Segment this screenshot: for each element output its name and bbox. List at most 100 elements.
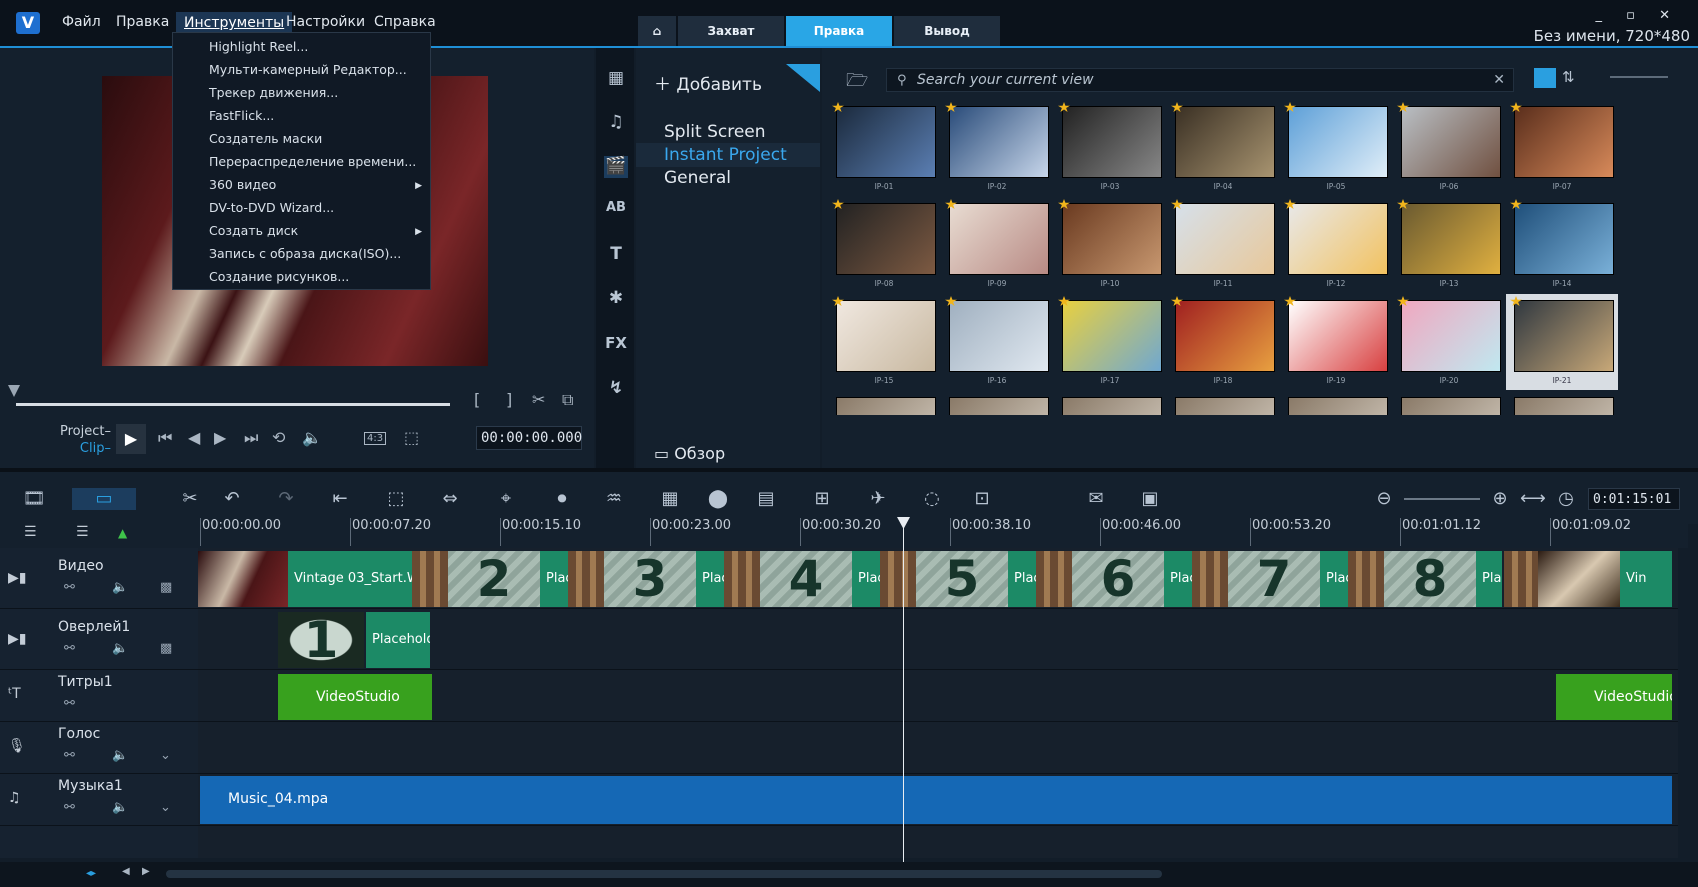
media-icon[interactable]: ▦: [604, 68, 628, 90]
track-header-music[interactable]: ♫ Музыка1 ⚯ 🔈 ⌄: [0, 774, 198, 826]
transition-clip[interactable]: [724, 551, 760, 607]
template-thumbnail[interactable]: IP-01: [828, 100, 940, 196]
zoom-slider[interactable]: [1404, 498, 1480, 500]
audio-mixer-icon[interactable]: ♒: [602, 488, 626, 510]
template-thumbnail[interactable]: [1506, 391, 1618, 415]
path-icon[interactable]: ↯: [604, 378, 628, 400]
lane-title[interactable]: VideoStudio VideoStudio: [198, 670, 1678, 722]
template-thumbnail[interactable]: [1167, 391, 1279, 415]
menu-file[interactable]: Файл: [62, 14, 101, 30]
video-clip[interactable]: Vintage 03_Start.WM: [288, 551, 412, 607]
menu-tools[interactable]: Инструменты: [176, 12, 293, 34]
volume-icon[interactable]: 🔈: [112, 580, 128, 595]
track-transparency-icon[interactable]: ▣: [1138, 488, 1162, 510]
template-thumbnail[interactable]: IP-13: [1393, 197, 1505, 293]
title-clip[interactable]: VideoStudio: [1556, 674, 1672, 720]
add-folder-button[interactable]: ＋ Добавить: [654, 70, 762, 95]
tab-share[interactable]: Вывод: [894, 16, 1000, 46]
template-thumbnail[interactable]: IP-06: [1393, 100, 1505, 196]
menu-item-paint-creator[interactable]: Создание рисунков...: [209, 269, 349, 284]
link-icon[interactable]: ⚯: [64, 580, 75, 595]
menu-item-360-video[interactable]: 360 видео: [209, 177, 276, 192]
menu-item-highlight-reel[interactable]: Highlight Reel...: [209, 39, 308, 54]
template-thumbnail[interactable]: [828, 391, 940, 415]
menu-edit[interactable]: Правка: [116, 14, 169, 30]
mute-icon[interactable]: ✉: [1084, 488, 1108, 510]
placeholder-number-clip[interactable]: 2: [448, 551, 540, 607]
menu-item-create-disc[interactable]: Создать диск: [209, 223, 298, 238]
template-thumbnail[interactable]: IP-09: [941, 197, 1053, 293]
list-view-icon[interactable]: [1534, 68, 1556, 88]
redo-icon[interactable]: ↷: [274, 488, 298, 510]
import-media-icon[interactable]: 🗁: [846, 68, 868, 98]
mode-clip[interactable]: Clip–: [60, 440, 111, 457]
link-icon[interactable]: ⚯: [64, 641, 75, 656]
zoom-to-fit-icon[interactable]: ◂▸: [86, 868, 96, 879]
prev-frame-icon[interactable]: ◀: [188, 428, 200, 447]
playhead-line[interactable]: [903, 518, 904, 863]
next-frame-icon[interactable]: ▶: [214, 428, 226, 447]
transition-icon[interactable]: AB: [604, 200, 628, 222]
crop-icon[interactable]: ⬚: [404, 428, 419, 447]
template-thumbnail[interactable]: IP-08: [828, 197, 940, 293]
intro-clip-thumbnail[interactable]: [198, 551, 288, 607]
track-header-voice[interactable]: 🎙 Голос ⚯ 🔈 ⌄: [0, 722, 198, 774]
expand-tracks-icon[interactable]: ▲: [118, 526, 127, 540]
template-thumbnail[interactable]: IP-03: [1054, 100, 1166, 196]
template-thumbnail[interactable]: IP-07: [1506, 100, 1618, 196]
player-timecode[interactable]: 00:00:00.000: [476, 426, 582, 450]
zoom-in-icon[interactable]: ⊕: [1488, 488, 1512, 510]
lane-voice[interactable]: [198, 722, 1678, 774]
menu-item-time-remap[interactable]: Перераспределение времени...: [209, 154, 416, 169]
window-controls[interactable]: _ ▫ ✕: [1596, 8, 1680, 23]
placeholder-number-clip[interactable]: 6: [1072, 551, 1164, 607]
fit-timeline-icon[interactable]: ⟷: [1520, 488, 1546, 510]
menu-item-mask-creator[interactable]: Создатель маски: [209, 131, 322, 146]
split-clip-icon[interactable]: ✂: [532, 390, 545, 409]
motion-tracking-icon[interactable]: ✈: [866, 488, 890, 510]
graphic-icon[interactable]: ✱: [604, 288, 628, 310]
track-header-overlay[interactable]: ▶▮ Оверлей1 ⚯ 🔈 ▩: [0, 609, 198, 670]
template-thumbnail[interactable]: IP-04: [1167, 100, 1279, 196]
placeholder-number-clip[interactable]: 5: [916, 551, 1008, 607]
template-thumbnail[interactable]: IP-11: [1167, 197, 1279, 293]
template-thumbnail[interactable]: [1393, 391, 1505, 415]
transition-clip[interactable]: [1192, 551, 1228, 607]
play-icon[interactable]: ▶: [116, 424, 146, 454]
template-thumbnail[interactable]: IP-12: [1280, 197, 1392, 293]
music-clip[interactable]: Music_04.mpa: [200, 776, 1672, 824]
placeholder-clip[interactable]: Placeh: [1164, 551, 1192, 607]
fit-project-icon[interactable]: ⇤: [328, 488, 352, 510]
go-to-start-icon[interactable]: ⏮: [158, 428, 172, 448]
motion-icon[interactable]: ⬤: [706, 488, 730, 510]
template-thumbnail[interactable]: IP-17: [1054, 294, 1166, 390]
menu-settings[interactable]: Настройки: [286, 14, 365, 30]
link-icon[interactable]: ⚯: [64, 696, 75, 711]
horizontal-scrollbar[interactable]: [166, 870, 1162, 878]
transition-clip[interactable]: [1348, 551, 1384, 607]
volume-icon[interactable]: 🔈: [302, 428, 322, 447]
track-list-icon[interactable]: ☰: [24, 524, 37, 540]
menu-item-burn-iso[interactable]: Запись с образа диска(ISO)...: [209, 246, 401, 261]
placeholder-clip[interactable]: Placeho: [1320, 551, 1348, 607]
split-screen-icon[interactable]: ⊞: [810, 488, 834, 510]
link-icon[interactable]: ⚯: [64, 800, 75, 815]
zoom-out-icon[interactable]: ⊖: [1372, 488, 1396, 510]
track-manager-icon[interactable]: ⊡: [970, 488, 994, 510]
mark-out-icon[interactable]: ]: [506, 390, 512, 409]
placeholder-number-clip[interactable]: 7: [1228, 551, 1320, 607]
record-icon[interactable]: ⏺: [550, 488, 574, 510]
project-clip-mode[interactable]: Project– Clip–: [60, 423, 111, 457]
go-to-end-icon[interactable]: ⏭: [244, 428, 258, 448]
overlay-clip-thumbnail[interactable]: 1: [278, 612, 364, 668]
lane-music[interactable]: Music_04.mpa: [198, 774, 1678, 826]
ripple-icon[interactable]: ⇔: [438, 488, 462, 510]
transition-clip[interactable]: [1036, 551, 1072, 607]
repeat-icon[interactable]: ⟲: [272, 428, 285, 447]
enlarge-preview-icon[interactable]: ⧉: [562, 390, 573, 410]
template-thumbnail[interactable]: IP-05: [1280, 100, 1392, 196]
ripple-edit-icon[interactable]: ▩: [160, 641, 172, 656]
template-thumbnail[interactable]: IP-21: [1506, 294, 1618, 390]
overlay-clip[interactable]: Placehold: [366, 612, 430, 668]
timeline-ruler[interactable]: 00:00:00.00 00:00:07.20 00:00:15.10 00:00:2…: [198, 518, 1688, 548]
